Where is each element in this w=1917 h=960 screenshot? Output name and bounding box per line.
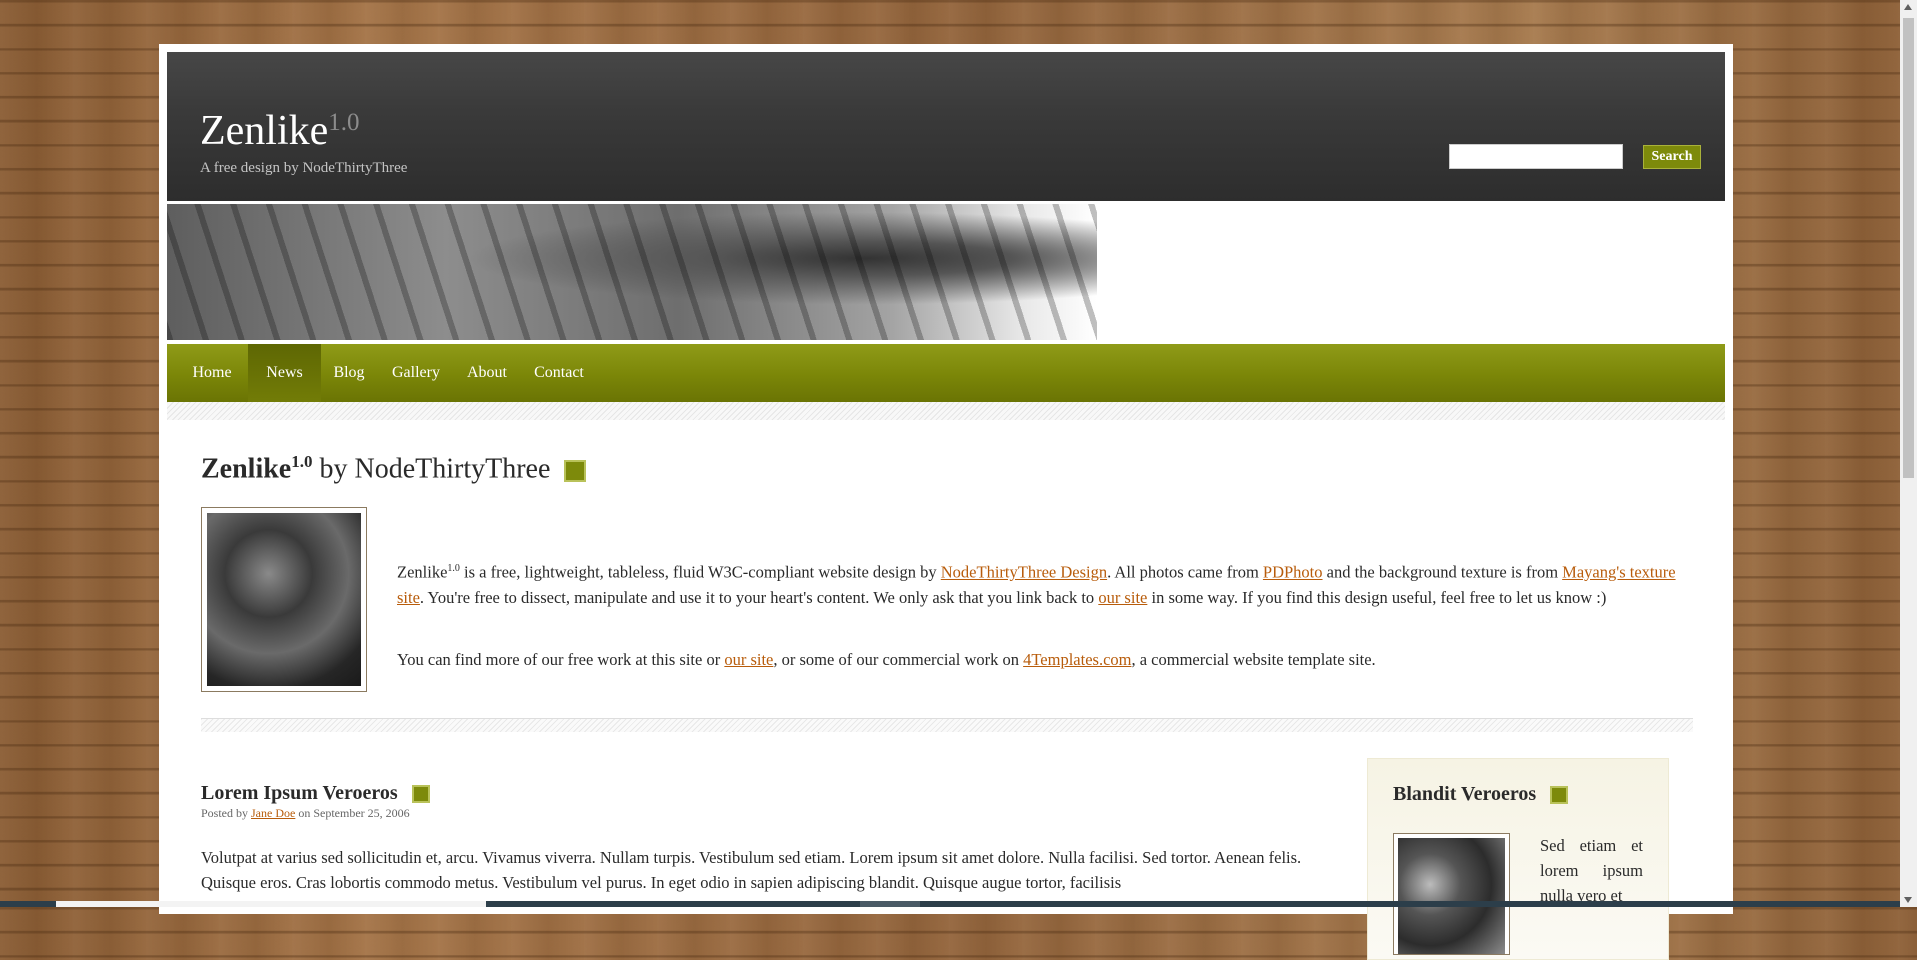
intro-paragraph-2: You can find more of our free work at th… [397, 647, 1693, 672]
intro-heading-version: 1.0 [291, 452, 313, 471]
sidebar-text: Sed etiam et lorem ipsum nulla vero et [1540, 836, 1643, 905]
intro-text: and the background texture is from [1322, 562, 1563, 582]
nav-item-blog[interactable]: Blog [321, 344, 377, 402]
pine-branch-image [1398, 838, 1505, 954]
section-divider [201, 718, 1693, 732]
intro-heading: Zenlike1.0 by NodeThirtyThree [201, 452, 587, 485]
site-tagline: A free design by NodeThirtyThree [200, 160, 408, 176]
link-4templates[interactable]: 4Templates.com [1023, 650, 1131, 669]
link-pdphoto[interactable]: PDPhoto [1263, 563, 1323, 582]
intro-brand: Zenlike [397, 562, 448, 582]
lion-statue-image [207, 513, 361, 686]
sidebar-square-icon [1550, 786, 1569, 805]
taskbar-segment [860, 901, 920, 907]
nav-item-contact[interactable]: Contact [519, 344, 599, 402]
taskbar-segment [56, 901, 486, 907]
intro-text: . You're free to dissect, manipulate and… [419, 587, 1099, 607]
site-header: Zenlike1.0 A free design by NodeThirtyTh… [167, 52, 1725, 201]
link-nodethirtythree-design[interactable]: NodeThirtyThree Design [941, 563, 1107, 582]
page-container: Zenlike1.0 A free design by NodeThirtyTh… [159, 44, 1733, 960]
nav-item-gallery[interactable]: Gallery [377, 344, 455, 402]
scroll-up-arrow-icon[interactable] [1904, 4, 1912, 10]
nav-item-about[interactable]: About [455, 344, 519, 402]
search-button[interactable]: Search [1643, 145, 1701, 169]
post-author-link[interactable]: Jane Doe [251, 806, 295, 820]
header-banner [167, 204, 1725, 340]
search-input[interactable] [1449, 144, 1623, 169]
nav-shadow [167, 402, 1725, 420]
post-body: Volutpat at varius sed sollicitudin et, … [201, 848, 1302, 892]
sidebar-title: Blandit Veroeros [1393, 783, 1569, 806]
taskbar-strip [0, 901, 1900, 907]
main-nav: Home News Blog Gallery About Contact [167, 344, 1725, 402]
intro-text: is a free, lightweight, tableless, fluid… [459, 562, 941, 582]
scroll-thumb[interactable] [1903, 18, 1914, 478]
post-meta: Posted by Jane Doe on September 25, 2006 [201, 806, 410, 821]
post-square-icon [411, 785, 430, 804]
heading-square-icon [564, 459, 587, 482]
logo-version: 1.0 [328, 109, 360, 136]
post-meta-prefix: Posted by [201, 806, 252, 820]
intro-text: You can find more of our free work at th… [397, 650, 725, 669]
intro-heading-brand: Zenlike [201, 453, 292, 485]
nav-item-news[interactable]: News [248, 344, 321, 402]
sidebar-box: Blandit Veroeros Sed etiam et lorem ipsu… [1367, 758, 1669, 960]
logo-text: Zenlike [200, 108, 329, 154]
site-logo[interactable]: Zenlike1.0 [200, 110, 360, 152]
intro-paragraph-1: Zenlike1.0 is a free, lightweight, table… [397, 556, 1693, 610]
page-scrollbar[interactable] [1900, 0, 1917, 907]
sidebar-thumbnail [1393, 833, 1510, 955]
intro-brand-version: 1.0 [447, 563, 460, 574]
scroll-down-arrow-icon[interactable] [1904, 897, 1912, 903]
intro-heading-rest: by NodeThirtyThree [312, 453, 551, 485]
intro-thumbnail [201, 507, 367, 692]
nav-item-home[interactable]: Home [187, 344, 237, 402]
link-our-site[interactable]: our site [1098, 588, 1147, 607]
post-title-text: Lorem Ipsum Veroeros [201, 782, 398, 804]
sidebar-title-text: Blandit Veroeros [1393, 783, 1537, 805]
post-title: Lorem Ipsum Veroeros [201, 782, 430, 805]
intro-text: . All photos came from [1107, 562, 1263, 582]
intro-text: in some way. If you find this design use… [1147, 587, 1607, 607]
post-meta-date: on September 25, 2006 [295, 806, 410, 820]
intro-text: , a commercial website template site. [1131, 650, 1376, 669]
intro-text: , or some of our commercial work on [773, 650, 1024, 669]
banner-image [167, 204, 1097, 340]
link-our-site-2[interactable]: our site [724, 650, 773, 669]
